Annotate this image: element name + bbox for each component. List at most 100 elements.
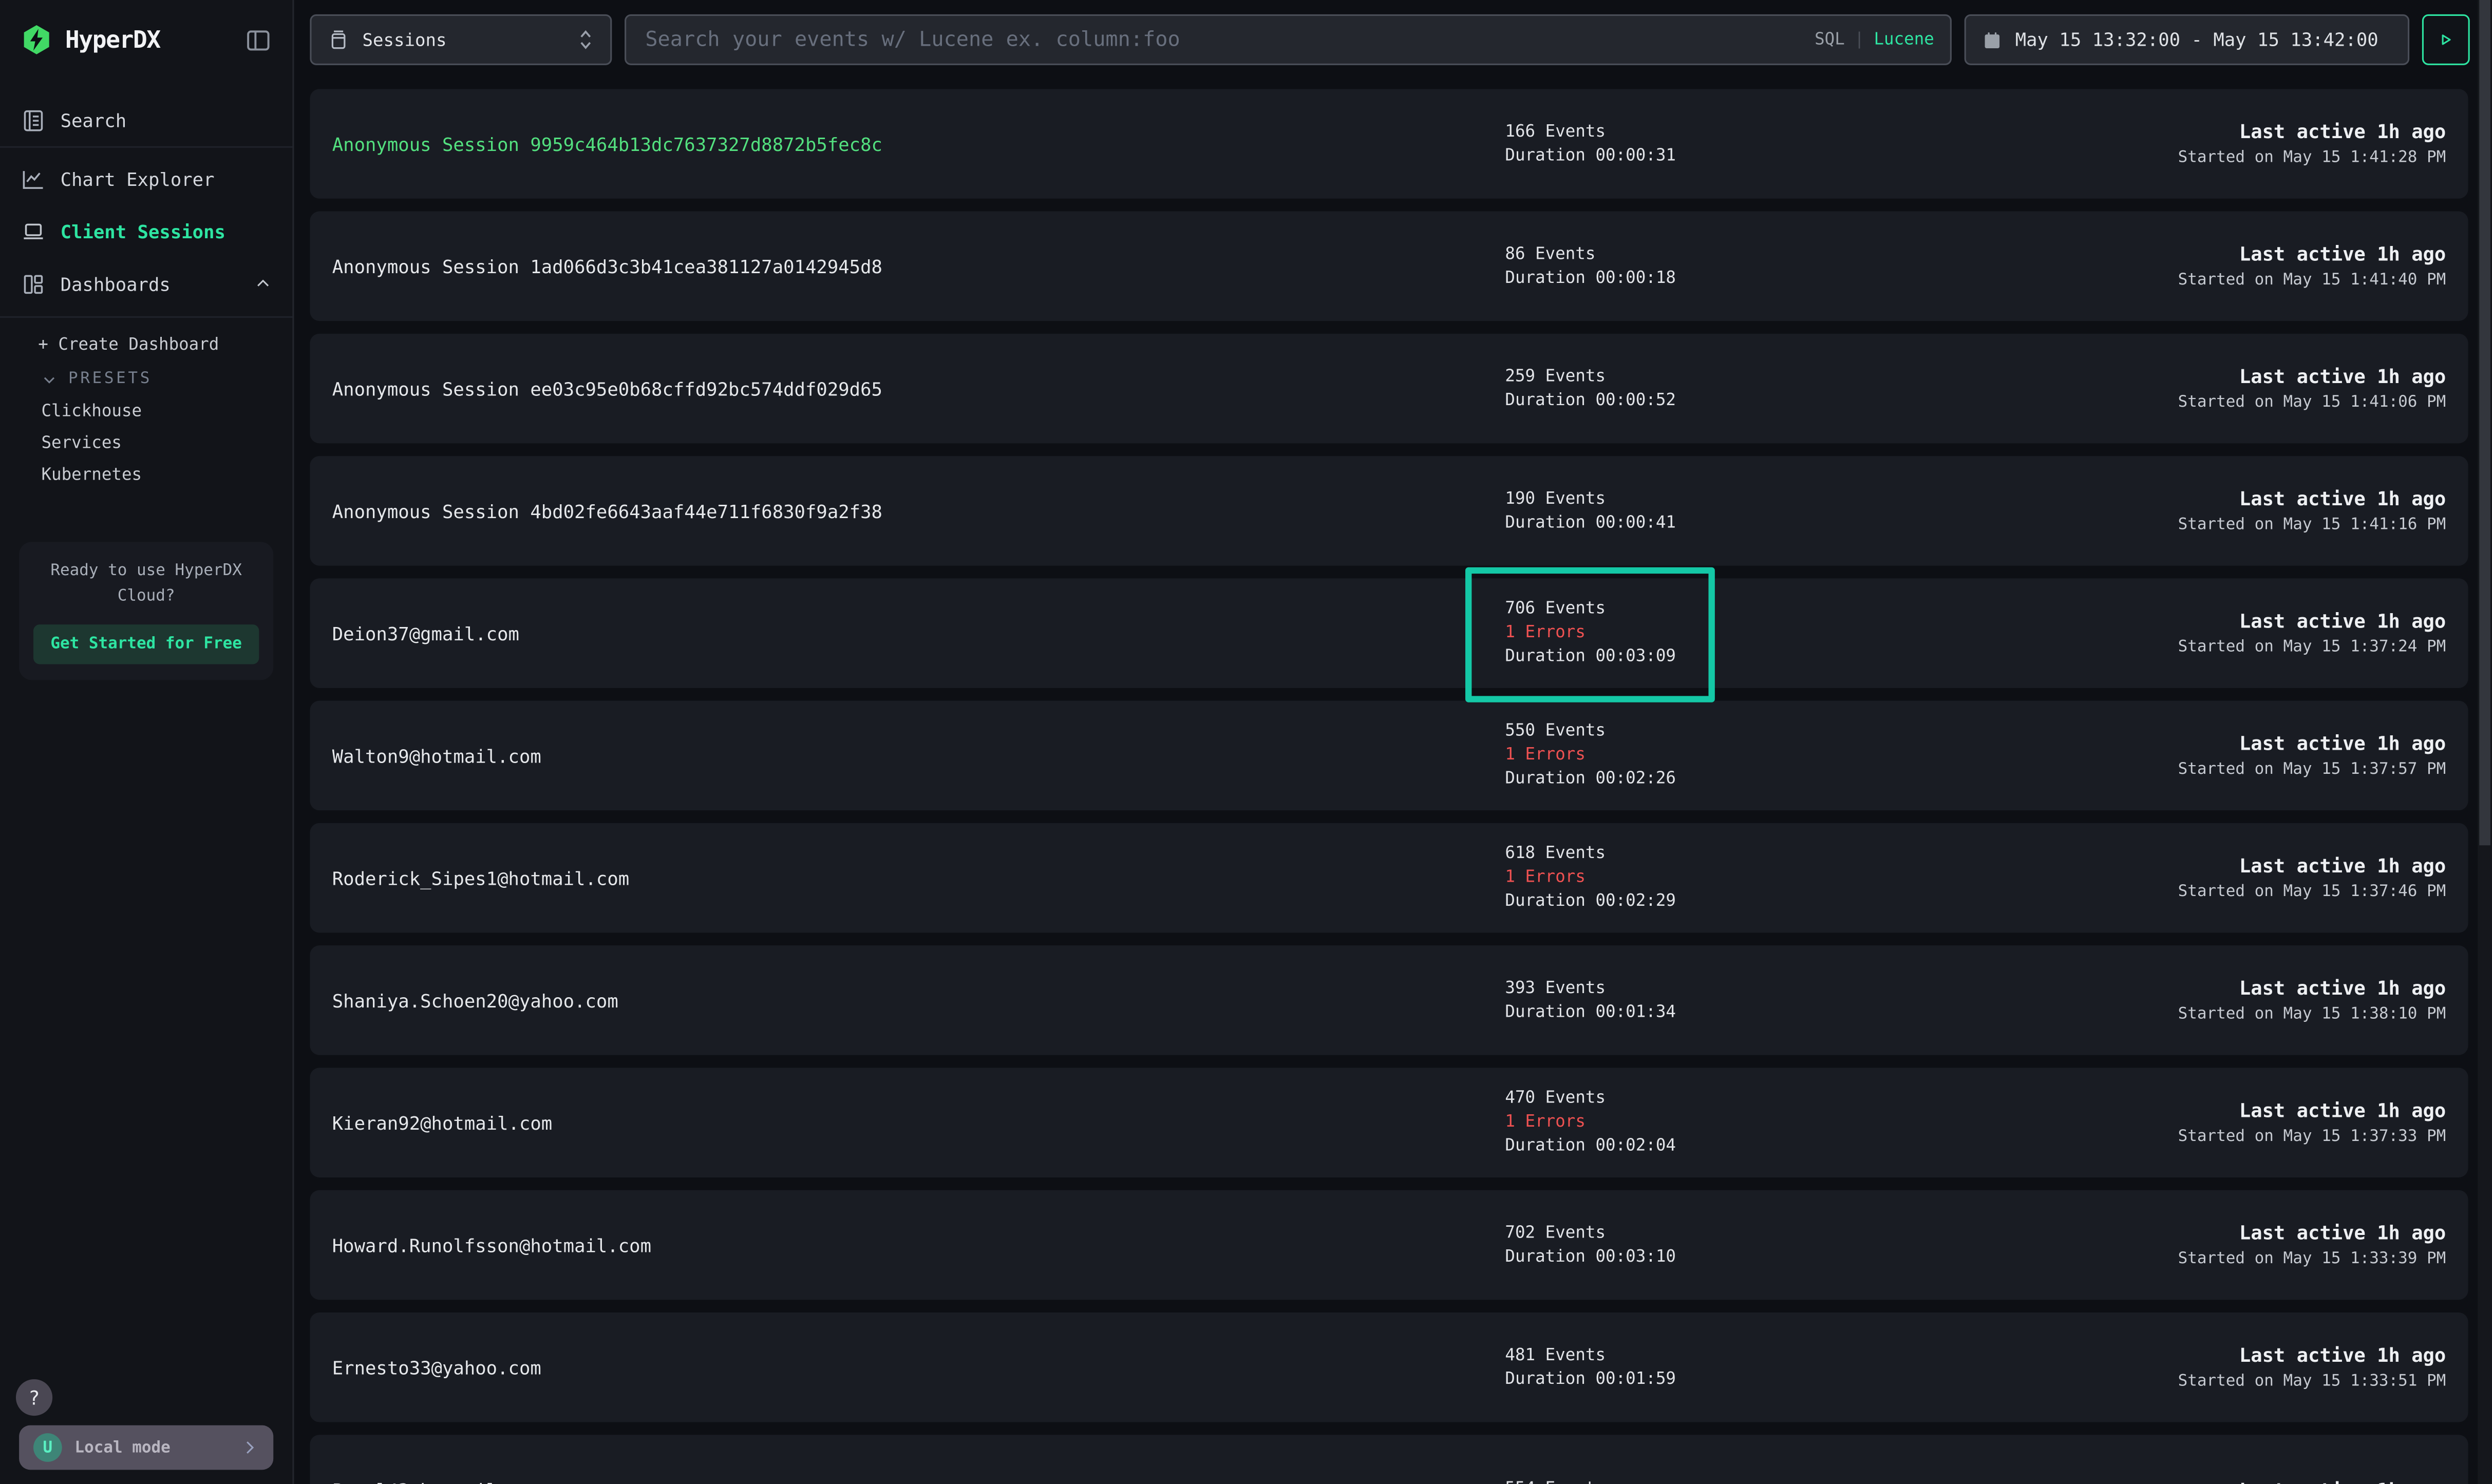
- session-started-at: Started on May 15 1:38:10 PM: [2178, 1006, 2446, 1023]
- session-duration: Duration 00:00:41: [1505, 511, 1981, 535]
- session-row[interactable]: Ernesto33@yahoo.com 481 Events Duration …: [310, 1312, 2468, 1422]
- chevron-up-icon[interactable]: [254, 275, 272, 292]
- search-input[interactable]: [642, 26, 1815, 53]
- session-started-at: Started on May 15 1:41:28 PM: [2178, 149, 2446, 167]
- session-duration: Duration 00:00:52: [1505, 389, 1981, 412]
- dashboard-icon: [21, 271, 46, 297]
- session-started-at: Started on May 15 1:37:33 PM: [2178, 1128, 2446, 1146]
- sidebar-item-label: Client Sessions: [61, 220, 225, 242]
- create-dashboard-item[interactable]: + Create Dashboard: [0, 327, 292, 362]
- nav-section-main: Chart Explorer Client Sessions Dashbo: [0, 148, 292, 318]
- session-activity: Last active 1h ago Started on May 15 1:4…: [2178, 366, 2446, 412]
- preset-item-services[interactable]: Services: [0, 427, 292, 459]
- session-title: Roderick_Sipes1@hotmail.com: [332, 867, 1505, 889]
- select-chevrons-icon: [577, 29, 594, 51]
- session-events-count: 86 Events: [1505, 242, 1981, 266]
- session-title: Pearl43@hotmail.com: [332, 1478, 1505, 1484]
- main-content: Sessions SQL | Lucene: [294, 0, 2492, 1484]
- time-range-picker[interactable]: May 15 13:32:00 - May 15 13:42:00: [1965, 14, 2409, 65]
- sidebar-item-dashboards[interactable]: Dashboards: [0, 257, 292, 310]
- session-row[interactable]: Howard.Runolfsson@hotmail.com 702 Events…: [310, 1190, 2468, 1300]
- session-duration: Duration 00:03:09: [1505, 645, 1981, 669]
- toggle-divider: |: [1854, 30, 1864, 49]
- session-activity: Last active 1h ago Started on May 15 1:3…: [2178, 1344, 2446, 1391]
- nav-section-search: Search: [0, 80, 292, 148]
- session-row[interactable]: Pearl43@hotmail.com 554 Events Last acti…: [310, 1435, 2468, 1484]
- session-stats: 554 Events: [1505, 1478, 1981, 1484]
- session-last-active: Last active 1h ago: [2239, 1478, 2446, 1484]
- lucene-toggle[interactable]: Lucene: [1874, 30, 1934, 49]
- session-activity: Last active 1h ago Started on May 15 1:4…: [2178, 243, 2446, 289]
- session-started-at: Started on May 15 1:33:51 PM: [2178, 1373, 2446, 1391]
- session-stats: 706 Events 1 Errors Duration 00:03:09: [1505, 597, 1981, 669]
- user-menu[interactable]: U Local mode: [19, 1425, 273, 1470]
- source-select[interactable]: Sessions: [310, 14, 612, 65]
- session-activity: Last active 1h ago Started on May 15 1:3…: [2178, 610, 2446, 656]
- scrollbar-thumb[interactable]: [2479, 0, 2490, 846]
- session-started-at: Started on May 15 1:41:40 PM: [2178, 272, 2446, 289]
- preset-item-clickhouse[interactable]: Clickhouse: [0, 396, 292, 428]
- session-row[interactable]: Roderick_Sipes1@hotmail.com 618 Events 1…: [310, 823, 2468, 933]
- get-started-button[interactable]: Get Started for Free: [33, 624, 259, 664]
- session-row[interactable]: Walton9@hotmail.com 550 Events 1 Errors …: [310, 701, 2468, 811]
- time-range-value: May 15 13:32:00 - May 15 13:42:00: [2015, 29, 2378, 51]
- session-row[interactable]: Kieran92@hotmail.com 470 Events 1 Errors…: [310, 1068, 2468, 1177]
- session-last-active: Last active 1h ago: [2178, 1099, 2446, 1121]
- sql-toggle[interactable]: SQL: [1815, 30, 1845, 49]
- session-duration: Duration 00:02:04: [1505, 1134, 1981, 1158]
- session-last-active: Last active 1h ago: [2178, 366, 2446, 388]
- session-stats: 470 Events 1 Errors Duration 00:02:04: [1505, 1087, 1981, 1158]
- collapse-sidebar-icon[interactable]: [245, 26, 272, 53]
- session-row[interactable]: Shaniya.Schoen20@yahoo.com 393 Events Du…: [310, 945, 2468, 1055]
- sidebar-item-label: Dashboards: [61, 273, 171, 295]
- session-last-active: Last active 1h ago: [2178, 243, 2446, 265]
- session-stats: 166 Events Duration 00:00:31: [1505, 120, 1981, 168]
- run-query-button[interactable]: [2422, 14, 2470, 65]
- play-icon: [2437, 30, 2456, 49]
- query-language-toggle: SQL | Lucene: [1815, 30, 1934, 49]
- session-events-count: 259 Events: [1505, 365, 1981, 388]
- session-last-active: Last active 1h ago: [2178, 1344, 2446, 1366]
- session-duration: Duration 00:00:31: [1505, 144, 1981, 167]
- presets-header[interactable]: PRESETS: [0, 363, 292, 396]
- search-bar: SQL | Lucene: [625, 14, 1952, 65]
- session-title: Anonymous Session 4bd02fe6643aaf44e711f6…: [332, 500, 1505, 522]
- topbar: Sessions SQL | Lucene: [294, 0, 2492, 65]
- session-activity: Last active 1h ago Started on May 15 1:3…: [2178, 855, 2446, 901]
- session-row[interactable]: Anonymous Session ee03c95e0b68cffd92bc57…: [310, 334, 2468, 444]
- sidebar-item-chart-explorer[interactable]: Chart Explorer: [0, 153, 292, 205]
- session-events-count: 481 Events: [1505, 1343, 1981, 1367]
- cloud-promo-text: Ready to use HyperDX: [33, 559, 259, 585]
- session-last-active: Last active 1h ago: [2178, 121, 2446, 143]
- help-button[interactable]: ?: [16, 1379, 52, 1416]
- session-title: Anonymous Session 1ad066d3c3b41cea381127…: [332, 255, 1505, 277]
- hyperdx-app: HyperDX Search: [0, 0, 2492, 1484]
- session-events-count: 618 Events: [1505, 842, 1981, 866]
- session-last-active: Last active 1h ago: [2178, 733, 2446, 755]
- sidebar: HyperDX Search: [0, 0, 294, 1484]
- source-select-value: Sessions: [363, 29, 447, 50]
- session-duration: Duration 00:01:34: [1505, 1000, 1981, 1024]
- session-stats: 481 Events Duration 00:01:59: [1505, 1343, 1981, 1391]
- scrollbar-track[interactable]: [2478, 0, 2492, 1484]
- session-row[interactable]: Anonymous Session 4bd02fe6643aaf44e711f6…: [310, 456, 2468, 566]
- session-row[interactable]: Anonymous Session 9959c464b13dc7637327d8…: [310, 89, 2468, 199]
- session-started-at: Started on May 15 1:37:24 PM: [2178, 639, 2446, 656]
- sidebar-item-client-sessions[interactable]: Client Sessions: [0, 205, 292, 257]
- session-last-active: Last active 1h ago: [2178, 1222, 2446, 1244]
- sidebar-item-label: Chart Explorer: [61, 167, 215, 189]
- preset-item-kubernetes[interactable]: Kubernetes: [0, 459, 292, 491]
- calendar-icon: [1982, 29, 2003, 50]
- session-errors-count: 1 Errors: [1505, 744, 1981, 767]
- sidebar-item-search[interactable]: Search: [0, 94, 292, 146]
- session-activity: Last active 1h ago Started on May 15 1:3…: [2178, 1222, 2446, 1268]
- session-errors-count: 1 Errors: [1505, 866, 1981, 889]
- session-stats: 550 Events 1 Errors Duration 00:02:26: [1505, 720, 1981, 791]
- session-stats: 702 Events Duration 00:03:10: [1505, 1221, 1981, 1269]
- session-row[interactable]: Anonymous Session 1ad066d3c3b41cea381127…: [310, 212, 2468, 321]
- session-title: Deion37@gmail.com: [332, 622, 1505, 644]
- session-row[interactable]: Deion37@gmail.com 706 Events 1 Errors Du…: [310, 578, 2468, 688]
- session-events-count: 393 Events: [1505, 977, 1981, 1000]
- session-started-at: Started on May 15 1:37:57 PM: [2178, 761, 2446, 778]
- session-title: Walton9@hotmail.com: [332, 745, 1505, 767]
